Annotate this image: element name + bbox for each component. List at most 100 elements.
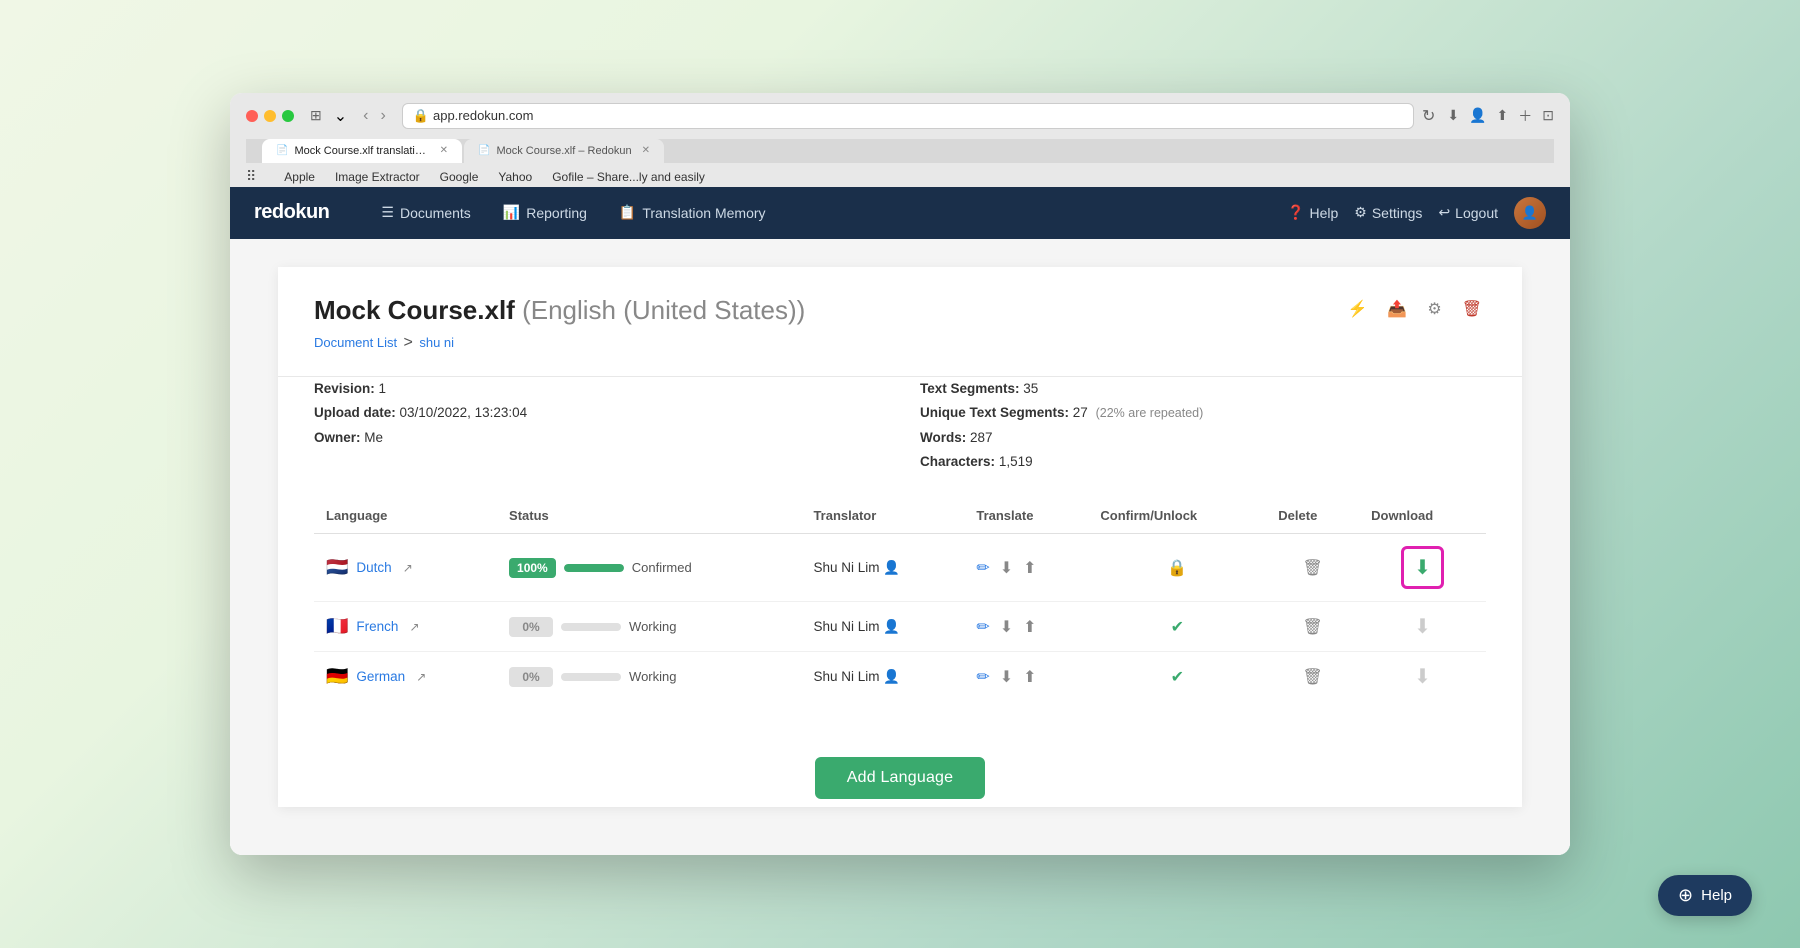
translator-name-1: Shu Ni Lim (813, 619, 879, 634)
download-highlighted-0[interactable]: ⬇ (1401, 546, 1444, 589)
download-icon-0[interactable]: ⬇ (1414, 555, 1431, 580)
new-tab-icon[interactable]: ＋ (1518, 106, 1532, 126)
status-text-2: Working (629, 669, 676, 684)
window-grid-btn[interactable]: ⊞ (306, 105, 326, 126)
trash-action-btn[interactable]: 🗑 (1458, 295, 1486, 323)
translate-up-icon-1[interactable]: ⬆ (1023, 617, 1036, 637)
user-avatar[interactable]: 👤 (1514, 197, 1546, 229)
window-chevron-icon: ⌄ (334, 106, 347, 126)
settings-nav-item[interactable]: ⚙ Settings (1354, 204, 1422, 221)
translate-down-icon-2[interactable]: ⬇ (1000, 667, 1013, 687)
table-row: 🇩🇪 German ↗ 0% Working Shu Ni Lim 👤 ✏ ⬇ … (314, 652, 1486, 702)
translate-up-icon-0[interactable]: ⬆ (1023, 558, 1036, 578)
col-header-translate: Translate (964, 498, 1088, 534)
download-cell-1[interactable]: ⬇ (1359, 602, 1486, 652)
table-row: 🇳🇱 Dutch ↗ 100% Confirmed Shu Ni Lim 👤 ✏… (314, 534, 1486, 602)
help-widget[interactable]: ⊕ Help (1658, 875, 1752, 916)
translate-up-icon-2[interactable]: ⬆ (1023, 667, 1036, 687)
translate-edit-icon-1[interactable]: ✏ (976, 617, 989, 637)
brand-logo[interactable]: redokun (254, 201, 329, 224)
status-cell-1: 0% Working (497, 602, 801, 652)
browser-tab-2[interactable]: 📄 Mock Course.xlf – Redokun ✕ (464, 139, 664, 163)
download-icon-2: ⬇ (1414, 666, 1431, 688)
settings-icon: ⚙ (1354, 204, 1367, 221)
delete-icon-0[interactable]: 🗑 (1303, 560, 1323, 577)
nav-reporting[interactable]: 📊 Reporting (491, 198, 599, 227)
lang-link-2[interactable]: German (356, 669, 405, 684)
delete-cell-1[interactable]: 🗑 (1266, 602, 1359, 652)
breadcrumb-document-list[interactable]: Document List (314, 335, 397, 350)
delete-icon-2[interactable]: 🗑 (1303, 669, 1323, 686)
lang-link-1[interactable]: French (356, 619, 398, 634)
tab2-label: Mock Course.xlf – Redokun (496, 145, 631, 157)
address-bar[interactable]: 🔒 app.redokun.com (402, 103, 1414, 129)
flag-icon-0: 🇳🇱 (326, 557, 348, 578)
traffic-light-yellow[interactable] (264, 110, 276, 122)
meta-unique-segments: Unique Text Segments: 27 (22% are repeat… (920, 401, 1486, 425)
back-arrow-btn[interactable]: ‹ (359, 107, 372, 125)
download-icon-1: ⬇ (1414, 616, 1431, 638)
bookmark-apple[interactable]: Apple (284, 167, 315, 187)
language-table: Language Status Translator Translate Con… (314, 498, 1486, 701)
page-title: Mock Course.xlf (English (United States)… (314, 295, 805, 326)
add-language-button[interactable]: Add Language (815, 757, 986, 799)
tab1-close-icon[interactable]: ✕ (440, 145, 448, 156)
delete-cell-0[interactable]: 🗑 (1266, 534, 1359, 602)
ext-link-icon-0[interactable]: ↗ (403, 561, 413, 575)
status-text-0: Confirmed (632, 560, 692, 575)
download-cell-0[interactable]: ⬇ (1359, 534, 1486, 602)
flash-action-btn[interactable]: ⚡ (1344, 295, 1372, 323)
tab2-close-icon[interactable]: ✕ (642, 145, 650, 156)
confirm-cell-2[interactable]: ✔ (1088, 652, 1266, 702)
confirm-cell-0[interactable]: 🔒 (1088, 534, 1266, 602)
ext-link-icon-1[interactable]: ↗ (409, 620, 419, 634)
table-row: 🇫🇷 French ↗ 0% Working Shu Ni Lim 👤 ✏ ⬇ … (314, 602, 1486, 652)
translate-cell-2: ✏ ⬇ ⬆ (964, 652, 1088, 702)
gear-action-btn[interactable]: ⚙ (1423, 295, 1445, 323)
nav-documents[interactable]: ☰ Documents (369, 198, 482, 227)
bookmark-yahoo[interactable]: Yahoo (498, 167, 532, 187)
translate-edit-icon-0[interactable]: ✏ (976, 558, 989, 578)
ext-link-icon-2[interactable]: ↗ (416, 670, 426, 684)
add-language-row: Add Language (278, 733, 1522, 807)
delete-cell-2[interactable]: 🗑 (1266, 652, 1359, 702)
upload-action-btn[interactable]: 📤 (1383, 295, 1411, 323)
grid-apps-icon[interactable]: ⠿ (246, 168, 256, 185)
check-icon-1[interactable]: ✔ (1171, 619, 1184, 636)
breadcrumb-doc-name[interactable]: shu ni (419, 335, 454, 350)
check-icon-2[interactable]: ✔ (1171, 669, 1184, 686)
translator-cell-0: Shu Ni Lim 👤 (801, 534, 964, 602)
help-nav-item[interactable]: ❓ Help (1287, 204, 1338, 221)
nav-translation-memory[interactable]: 📋 Translation Memory (607, 198, 778, 227)
bookmark-gofile[interactable]: Gofile – Share...ly and easily (552, 167, 705, 187)
translate-edit-icon-2[interactable]: ✏ (976, 667, 989, 687)
source-language: (English (United States)) (522, 295, 805, 325)
traffic-light-green[interactable] (282, 110, 294, 122)
browser-tab-1[interactable]: 📄 Mock Course.xlf translation (Dutch) – … (262, 139, 462, 163)
tab1-label: Mock Course.xlf translation (Dutch) – Re… (294, 145, 429, 157)
download-manager-icon[interactable]: ⬇ (1447, 107, 1459, 124)
translator-person-icon-0: 👤 (883, 560, 900, 575)
sidebar-icon[interactable]: ⊡ (1542, 107, 1554, 124)
download-cell-2[interactable]: ⬇ (1359, 652, 1486, 702)
bookmark-image-extractor[interactable]: Image Extractor (335, 167, 420, 187)
profile-icon[interactable]: 👤 (1469, 107, 1486, 124)
bookmark-google[interactable]: Google (440, 167, 479, 187)
lang-link-0[interactable]: Dutch (356, 560, 391, 575)
translator-cell-1: Shu Ni Lim 👤 (801, 602, 964, 652)
forward-arrow-btn[interactable]: › (376, 107, 389, 125)
status-cell-2: 0% Working (497, 652, 801, 702)
lang-cell-0: 🇳🇱 Dutch ↗ (314, 534, 497, 602)
delete-icon-1[interactable]: 🗑 (1303, 619, 1323, 636)
avatar-image: 👤 (1514, 197, 1546, 229)
share-icon[interactable]: ⬆ (1497, 107, 1509, 124)
reload-icon[interactable]: ↻ (1422, 106, 1435, 126)
confirm-cell-1[interactable]: ✔ (1088, 602, 1266, 652)
translate-down-icon-1[interactable]: ⬇ (1000, 617, 1013, 637)
lock-icon-0[interactable]: 🔒 (1167, 560, 1187, 577)
logout-nav-item[interactable]: ↩ Logout (1438, 204, 1498, 221)
translate-down-icon-0[interactable]: ⬇ (1000, 558, 1013, 578)
traffic-light-red[interactable] (246, 110, 258, 122)
meta-owner: Owner: Me (314, 426, 880, 450)
meta-characters: Characters: 1,519 (920, 450, 1486, 474)
